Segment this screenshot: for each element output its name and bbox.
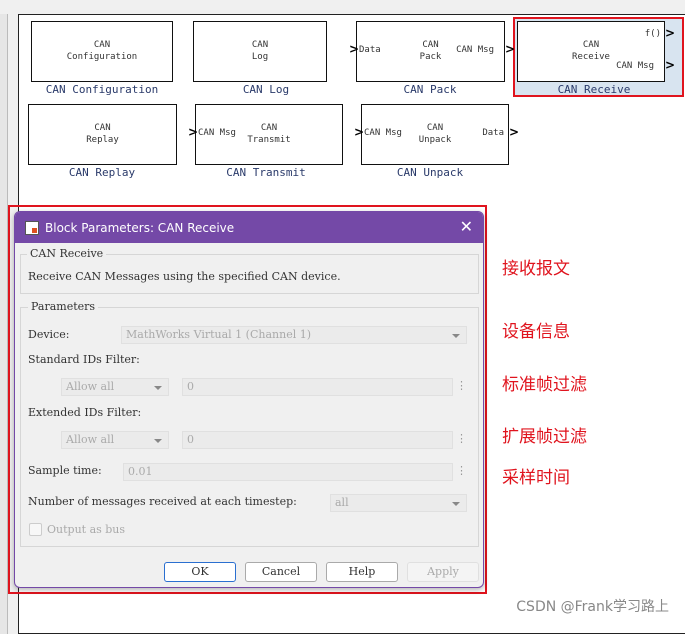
output-as-bus-label: Output as bus [47, 523, 126, 536]
annotation-receive: 接收报文 [502, 259, 570, 279]
help-button[interactable]: Help [326, 562, 398, 582]
annotation-extended-filter: 扩展帧过滤 [502, 427, 587, 447]
block-can-unpack[interactable]: CAN Unpack CAN Msg Data [361, 104, 509, 165]
output-port-label: CAN Msg [616, 61, 654, 71]
ok-button[interactable]: OK [164, 562, 236, 582]
output-port-label: Data [482, 128, 504, 138]
device-dropdown[interactable]: MathWorks Virtual 1 (Channel 1) [121, 326, 467, 344]
output-as-bus-checkbox[interactable] [29, 523, 42, 536]
annotation-device: 设备信息 [502, 322, 570, 342]
standard-ids-label: Standard IDs Filter: [28, 353, 140, 366]
dialog-title: Block Parameters: CAN Receive [45, 220, 235, 235]
output-port-icon[interactable]: > [505, 42, 515, 56]
annotation-sample-time: 采样时间 [502, 468, 570, 488]
standard-ids-input[interactable]: 0 [182, 378, 453, 396]
simulink-block-icon [25, 220, 39, 235]
left-panel [0, 14, 8, 634]
block-parameters-dialog: Block Parameters: CAN Receive ✕ CAN Rece… [14, 211, 484, 588]
close-icon[interactable]: ✕ [460, 217, 473, 236]
block-text: Log [251, 52, 269, 62]
apply-button[interactable]: Apply [407, 562, 479, 582]
parameters-title: Parameters [28, 300, 99, 313]
block-can-configuration[interactable]: CAN Configuration [31, 21, 173, 82]
block-text: CAN [93, 40, 111, 50]
block-label[interactable]: CAN Replay [17, 166, 187, 179]
output-port-label: f() [644, 29, 661, 39]
block-label[interactable]: CAN Configuration [17, 83, 187, 96]
input-port-label: Data [359, 45, 381, 55]
more-options-icon[interactable]: ⋮ [456, 463, 467, 481]
block-text: CAN [94, 123, 111, 133]
standard-ids-mode-dropdown[interactable]: Allow all [61, 378, 169, 396]
extended-ids-mode-dropdown[interactable]: Allow all [61, 431, 169, 449]
block-label[interactable]: CAN Log [181, 83, 351, 96]
input-port-label: CAN Msg [364, 128, 402, 138]
num-messages-label: Number of messages received at each time… [28, 495, 297, 508]
device-label: Device: [28, 328, 70, 341]
input-port-icon[interactable]: > [188, 125, 198, 139]
extended-ids-label: Extended IDs Filter: [28, 406, 142, 419]
output-port-icon[interactable]: > [665, 26, 675, 40]
block-label[interactable]: CAN Receive [509, 83, 679, 96]
input-port-icon[interactable]: > [349, 42, 359, 56]
output-port-icon[interactable]: > [509, 125, 519, 139]
block-can-log[interactable]: CAN Log [193, 21, 327, 82]
block-text: CAN [251, 40, 269, 50]
cancel-button[interactable]: Cancel [245, 562, 317, 582]
num-messages-dropdown[interactable]: all [330, 494, 467, 512]
block-label[interactable]: CAN Transmit [181, 166, 351, 179]
sample-time-input[interactable]: 0.01 [123, 463, 453, 481]
more-options-icon[interactable]: ⋮ [456, 378, 467, 396]
block-can-transmit[interactable]: CAN Transmit CAN Msg [195, 104, 343, 165]
input-port-label: CAN Msg [198, 128, 236, 138]
section-title: CAN Receive [27, 247, 107, 260]
block-can-receive[interactable]: CAN Receive f() CAN Msg [517, 21, 665, 82]
block-text: Configuration [66, 52, 138, 62]
watermark: CSDN @Frank学习路上 [516, 599, 669, 615]
input-port-icon[interactable]: > [354, 125, 364, 139]
output-port-icon[interactable]: > [665, 58, 675, 72]
extended-ids-input[interactable]: 0 [182, 431, 453, 449]
annotation-standard-filter: 标准帧过滤 [502, 375, 587, 395]
sample-time-label: Sample time: [28, 464, 102, 477]
block-can-replay[interactable]: CAN Replay [28, 104, 177, 165]
block-text: CAN [582, 40, 600, 50]
dialog-titlebar[interactable]: Block Parameters: CAN Receive ✕ [15, 212, 483, 243]
block-label[interactable]: CAN Unpack [345, 166, 515, 179]
block-text: Replay [86, 135, 119, 145]
block-label[interactable]: CAN Pack [345, 83, 515, 96]
output-port-label: CAN Msg [456, 45, 494, 55]
block-can-pack[interactable]: CAN Pack Data CAN Msg [356, 21, 505, 82]
more-options-icon[interactable]: ⋮ [456, 431, 467, 449]
block-description: Receive CAN Messages using the specified… [28, 270, 341, 283]
